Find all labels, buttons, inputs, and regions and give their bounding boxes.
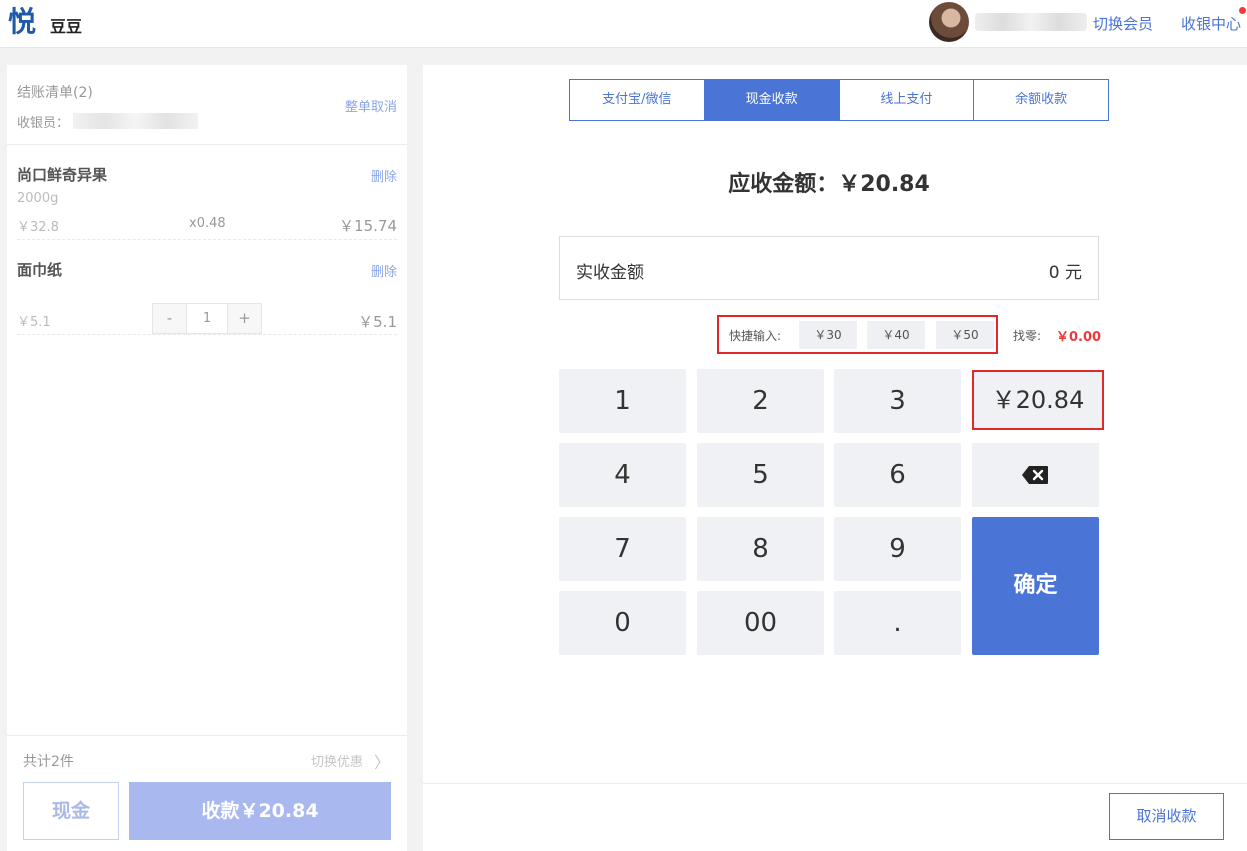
- cashier-label: 收银员：: [17, 116, 70, 131]
- item-name: 尚口鲜奇异果: [17, 166, 108, 184]
- item-quantity: x0.48: [189, 216, 226, 231]
- delete-item-button[interactable]: 删除: [371, 261, 397, 280]
- order-title: 结账清单(2): [17, 85, 93, 101]
- backspace-key[interactable]: [972, 443, 1099, 507]
- quick-input-label: 快捷输入:: [729, 329, 782, 343]
- keypad-key[interactable]: 6: [834, 443, 961, 507]
- item-name: 面巾纸: [17, 261, 63, 279]
- decrement-button[interactable]: -: [153, 304, 186, 333]
- order-panel: 结账清单(2) 收银员： 整单取消 尚口鲜奇异果 删除 2000g ￥32.8 …: [7, 65, 407, 851]
- divider: [423, 783, 1247, 784]
- collect-payment-button[interactable]: 收款￥20.84: [129, 782, 391, 840]
- keypad-key[interactable]: 2: [697, 369, 824, 433]
- item-total: ￥15.74: [339, 217, 397, 235]
- item-unit-price: ￥32.8: [17, 220, 59, 235]
- keypad-key[interactable]: 9: [834, 517, 961, 581]
- top-bar: 悦 豆豆 切换会员 收银中心: [0, 0, 1247, 48]
- cancel-all-button[interactable]: 整单取消: [345, 96, 397, 115]
- keypad-key[interactable]: 4: [559, 443, 686, 507]
- received-amount-value: 0 元: [1048, 263, 1082, 283]
- keypad-key[interactable]: 7: [559, 517, 686, 581]
- tab-balance[interactable]: 余额收款: [974, 80, 1108, 120]
- item-unit-price: ￥5.1: [17, 315, 51, 330]
- change-value: ￥0.00: [1056, 330, 1102, 345]
- cashier-center-link[interactable]: 收银中心: [1181, 13, 1241, 34]
- payment-panel: 支付宝/微信 现金收款 线上支付 余额收款 应收金额：￥20.84 实收金额 0…: [423, 65, 1247, 851]
- member-name-blurred: [975, 13, 1087, 31]
- cashier-name-blurred: [73, 113, 198, 129]
- keypad-key[interactable]: 1: [559, 369, 686, 433]
- divider: [7, 144, 407, 145]
- quick-input-group: 快捷输入: ￥30 ￥40 ￥50: [717, 315, 998, 354]
- amount-due: 应收金额：￥20.84: [728, 172, 930, 197]
- keypad-key[interactable]: .: [834, 591, 961, 655]
- app-logo: 悦: [8, 5, 37, 38]
- cash-button[interactable]: 现金: [23, 782, 119, 840]
- received-amount-field[interactable]: 实收金额 0 元: [559, 236, 1099, 300]
- keypad-key[interactable]: 00: [697, 591, 824, 655]
- keypad-key[interactable]: 3: [834, 369, 961, 433]
- item-divider: [17, 334, 397, 335]
- item-divider: [17, 239, 397, 240]
- divider: [7, 735, 407, 736]
- cancel-payment-button[interactable]: 取消收款: [1109, 793, 1224, 840]
- avatar[interactable]: [929, 2, 969, 42]
- total-count: 共计2件: [23, 754, 74, 770]
- chevron-right-icon: 〉: [374, 753, 391, 772]
- quick-amount-button[interactable]: ￥50: [936, 321, 994, 349]
- confirm-button[interactable]: 确定: [972, 517, 1099, 655]
- tab-alipay-wechat[interactable]: 支付宝/微信: [570, 80, 705, 120]
- increment-button[interactable]: +: [228, 304, 261, 333]
- exact-amount-key[interactable]: ￥20.84: [972, 370, 1104, 430]
- keypad-key[interactable]: 0: [559, 591, 686, 655]
- switch-member-link[interactable]: 切换会员: [1093, 13, 1153, 34]
- quick-amount-button[interactable]: ￥30: [799, 321, 857, 349]
- item-spec: 2000g: [17, 191, 59, 206]
- quantity-stepper: - 1 +: [152, 303, 262, 334]
- delete-item-button[interactable]: 删除: [371, 166, 397, 185]
- keypad-key[interactable]: 8: [697, 517, 824, 581]
- received-amount-label: 实收金额: [576, 263, 644, 283]
- notification-dot-icon: [1239, 7, 1246, 14]
- backspace-icon: [1022, 466, 1048, 484]
- switch-discount-link[interactable]: 切换优惠: [311, 751, 363, 770]
- tab-cash[interactable]: 现金收款: [704, 80, 840, 120]
- item-total: ￥5.1: [358, 313, 397, 331]
- tab-online-payment[interactable]: 线上支付: [839, 80, 975, 120]
- change-label: 找零:: [1013, 329, 1042, 343]
- quick-amount-button[interactable]: ￥40: [867, 321, 925, 349]
- payment-method-tabs: 支付宝/微信 现金收款 线上支付 余额收款: [569, 79, 1109, 121]
- keypad-key[interactable]: 5: [697, 443, 824, 507]
- quantity-value[interactable]: 1: [186, 304, 228, 333]
- store-name: 豆豆: [50, 17, 83, 36]
